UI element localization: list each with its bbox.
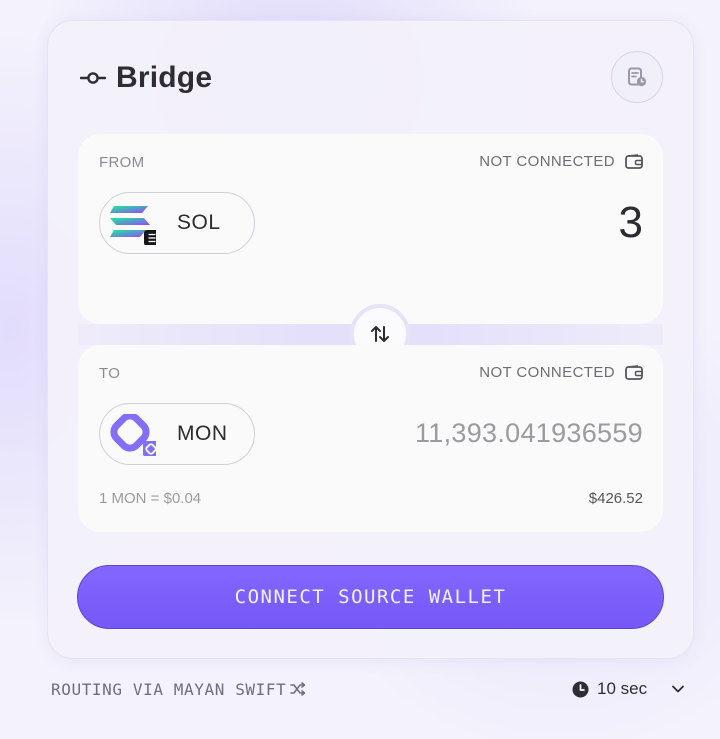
- from-token-symbol: SOL: [177, 211, 221, 234]
- history-button[interactable]: [611, 51, 663, 103]
- to-token-symbol: MON: [177, 422, 228, 445]
- routing-text: ROUTING VIA MAYAN SWIFT: [51, 679, 287, 699]
- to-wallet-status[interactable]: NOT CONNECTED: [479, 364, 643, 381]
- swap-arrows-icon: [371, 326, 389, 342]
- clock-icon: [572, 681, 589, 697]
- from-panel: FROM NOT CONNECTED SOL 3: [78, 134, 663, 324]
- solana-logo: [110, 206, 156, 245]
- from-wallet-status[interactable]: NOT CONNECTED: [479, 153, 643, 170]
- chevron-down-icon: [672, 685, 684, 693]
- from-status-text: NOT CONNECTED: [479, 153, 615, 170]
- to-status-text: NOT CONNECTED: [479, 364, 615, 381]
- commit-icon: [80, 72, 106, 84]
- to-amount-output: 11,393.041936559: [414, 418, 643, 448]
- from-amount-input[interactable]: 3: [619, 198, 643, 248]
- monad-logo: [110, 414, 156, 456]
- to-token-selector[interactable]: MON: [99, 403, 255, 465]
- usd-value: $426.52: [588, 490, 643, 507]
- from-token-selector[interactable]: SOL: [99, 192, 255, 254]
- from-label: FROM: [99, 154, 145, 171]
- to-panel: TO NOT CONNECTED MON 11,393.041936559 1 …: [78, 345, 663, 532]
- connect-source-wallet-button[interactable]: CONNECT SOURCE WALLET: [77, 565, 664, 629]
- wallet-icon: [625, 154, 643, 169]
- exchange-rate: 1 MON = $0.04: [99, 490, 202, 507]
- shuffle-icon: [290, 682, 306, 696]
- routing-info[interactable]: ROUTING VIA MAYAN SWIFT: [51, 678, 306, 700]
- page-title: Bridge: [116, 61, 213, 94]
- wallet-icon: [625, 365, 643, 380]
- eta-selector[interactable]: 10 sec: [572, 678, 685, 700]
- history-icon: [628, 67, 647, 87]
- eta-text: 10 sec: [597, 679, 648, 698]
- bridge-header: Bridge: [80, 58, 212, 98]
- to-label: TO: [99, 365, 121, 382]
